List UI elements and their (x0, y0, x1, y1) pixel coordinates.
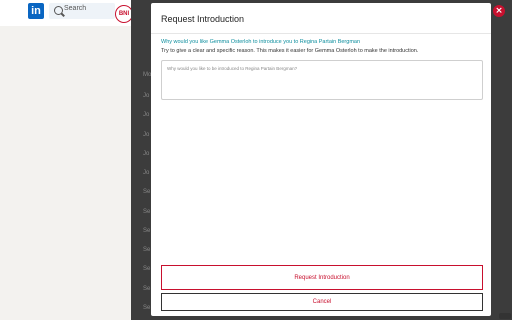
request-introduction-button[interactable]: Request Introduction (161, 265, 483, 290)
list-item[interactable]: Se (143, 228, 150, 234)
search-field[interactable]: Search (49, 3, 115, 19)
cancel-button[interactable]: Cancel (161, 293, 483, 311)
resize-handle[interactable] (499, 313, 511, 319)
intro-question: Why would you like Gemma Osterloh to int… (161, 39, 361, 45)
list-item[interactable]: Se (143, 305, 150, 311)
close-icon[interactable]: × (493, 5, 505, 17)
reason-textarea[interactable] (161, 60, 483, 100)
top-navigation-bar: in Search BNI (0, 0, 135, 26)
list-item[interactable]: Jo (143, 132, 149, 138)
list-item[interactable]: Jo (143, 151, 149, 157)
search-placeholder: Search (64, 5, 87, 12)
list-item[interactable]: Jo (143, 93, 149, 99)
list-item[interactable]: Se (143, 209, 150, 215)
list-item[interactable]: Se (143, 189, 150, 195)
search-icon (54, 6, 63, 15)
dialog-title: Request Introduction (161, 14, 245, 24)
list-item[interactable]: Jo (143, 170, 149, 176)
intro-helper-text: Try to give a clear and specific reason.… (161, 48, 419, 54)
list-item[interactable]: Se (143, 286, 150, 292)
list-item[interactable]: Jo (143, 112, 149, 118)
list-item[interactable]: Se (143, 247, 150, 253)
dialog-header: Request Introduction (151, 3, 491, 34)
list-item[interactable]: Se (143, 266, 150, 272)
request-introduction-dialog: Request Introduction Why would you like … (151, 3, 491, 316)
linkedin-logo[interactable]: in (28, 3, 44, 19)
